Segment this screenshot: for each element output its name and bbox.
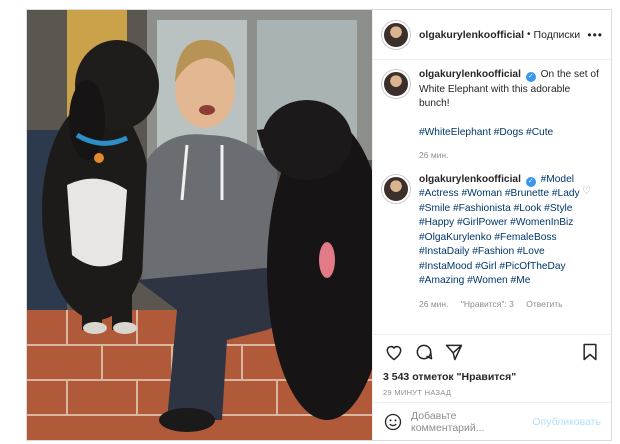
reply-button[interactable]: Ответить bbox=[526, 299, 562, 309]
follow-button[interactable]: Подписки bbox=[534, 29, 581, 41]
header-username[interactable]: olgakurylenkoofficial bbox=[419, 29, 524, 41]
share-icon[interactable] bbox=[443, 341, 465, 363]
comment-time: 26 мин. bbox=[419, 298, 449, 309]
comment-hashtags[interactable]: #Model #Actress #Woman #Brunette #Lady #… bbox=[419, 174, 580, 287]
photo-illustration bbox=[27, 10, 372, 440]
instagram-post-modal: olgakurylenkoofficial • Подписки ••• olg… bbox=[26, 9, 612, 441]
bookmark-icon[interactable] bbox=[579, 341, 601, 363]
add-comment-bar: Добавьте комментарий... Опубликовать bbox=[373, 402, 611, 440]
comments-section: olgakurylenkoofficial ✓ On the set of Wh… bbox=[373, 60, 611, 334]
avatar[interactable] bbox=[382, 20, 410, 49]
post-header: olgakurylenkoofficial • Подписки ••• bbox=[373, 10, 611, 60]
comment-item: olgakurylenkoofficial ✓ #Model #Actress … bbox=[382, 173, 603, 312]
action-bar bbox=[373, 334, 611, 368]
caption-hashtags[interactable]: #WhiteElephant #Dogs #Cute bbox=[419, 127, 553, 138]
avatar[interactable] bbox=[382, 174, 410, 203]
comment-input[interactable]: Добавьте комментарий... bbox=[411, 410, 532, 434]
caption: olgakurylenkoofficial ✓ On the set of Wh… bbox=[382, 68, 603, 163]
post-photo[interactable] bbox=[27, 10, 372, 440]
caption-username[interactable]: olgakurylenkoofficial bbox=[419, 69, 521, 80]
emoji-icon[interactable] bbox=[383, 412, 403, 432]
verified-icon: ✓ bbox=[525, 72, 536, 82]
comment-icon[interactable] bbox=[413, 341, 435, 363]
comment-like-icon[interactable]: ♡ bbox=[582, 186, 591, 197]
heart-icon[interactable] bbox=[383, 341, 405, 363]
comment-likes[interactable]: "Нравится": 3 bbox=[461, 299, 514, 309]
comment-username[interactable]: olgakurylenkoofficial bbox=[419, 174, 521, 185]
avatar[interactable] bbox=[382, 70, 410, 98]
header-separator: • bbox=[527, 29, 531, 40]
caption-time: 26 мин. bbox=[419, 150, 449, 160]
more-options-icon[interactable]: ••• bbox=[587, 28, 603, 42]
post-sidebar: olgakurylenkoofficial • Подписки ••• olg… bbox=[372, 10, 611, 440]
likes-count[interactable]: 3 543 отметок "Нравится" bbox=[373, 368, 611, 386]
publish-button[interactable]: Опубликовать bbox=[532, 416, 601, 428]
verified-icon: ✓ bbox=[525, 176, 536, 187]
posted-time: 29 минут назад bbox=[383, 388, 452, 397]
